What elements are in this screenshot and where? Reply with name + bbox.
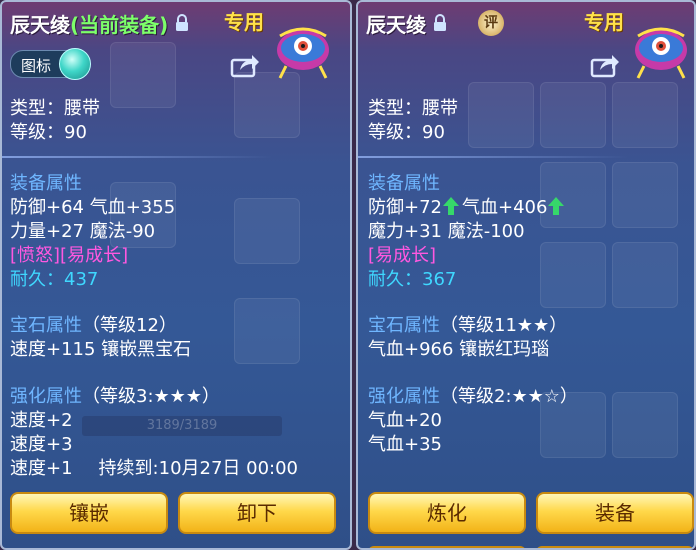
equip-button[interactable]: 装备: [536, 492, 694, 534]
rating-icon[interactable]: 评: [478, 10, 504, 36]
durability-value: 367: [422, 269, 457, 290]
button-edge: [536, 546, 694, 548]
refine-button[interactable]: 炼化: [368, 492, 526, 534]
durability: 耐久：437: [10, 268, 175, 292]
durability-value: 437: [64, 269, 99, 290]
attr-hp: 气血+406: [462, 197, 548, 218]
toggle-knob[interactable]: [59, 48, 91, 80]
current-equipment-panel: 3189/3189 辰天绫 (当前装备) 专用 图标 类型：腰带 等级：90 装…: [0, 0, 352, 550]
gem-header: 宝石属性: [10, 315, 82, 336]
divider: [2, 156, 272, 158]
avatar-icon: [635, 27, 687, 79]
gem-level: （等级12）: [82, 315, 177, 336]
special-effects: [愤怒][易成长]: [10, 245, 129, 266]
basic-info: 类型：腰带 等级：90: [10, 97, 100, 145]
arrow-up-icon: [443, 197, 459, 215]
durability: 耐久：367: [368, 268, 567, 292]
share-icon[interactable]: [230, 52, 260, 78]
item-level: 等级：90: [10, 122, 87, 143]
item-name: 辰天绫: [366, 12, 426, 37]
durability-label: 耐久：: [368, 269, 422, 290]
gem-header-row: 宝石属性（等级12）: [10, 314, 191, 338]
background-tile: [612, 242, 678, 308]
enhance-row: 速度+2: [10, 410, 73, 431]
background-tile: [234, 298, 300, 364]
gem-attributes: 宝石属性（等级11★★） 气血+966 镶嵌红玛瑙: [368, 314, 567, 362]
enhance-row: 速度+1 持续到:10月27日 00:00: [10, 457, 298, 481]
enhance-header-row: 强化属性（等级2:★★☆）: [368, 385, 578, 409]
equipment-attributes: 装备属性 防御+64 气血+355 力量+27 魔法-90 [愤怒][易成长] …: [10, 172, 175, 292]
gem-row: 速度+115 镶嵌黑宝石: [10, 339, 192, 360]
enhance-header: 强化属性: [368, 386, 440, 407]
enhance-row: 气血+20: [368, 410, 442, 431]
background-tile: [234, 198, 300, 264]
enhance-level: （等级2:★★☆）: [440, 386, 578, 407]
exclusive-tag: 专用: [584, 10, 624, 34]
share-icon[interactable]: [590, 52, 620, 78]
gem-header-row: 宝石属性（等级11★★）: [368, 314, 567, 338]
exclusive-tag: 专用: [224, 10, 264, 34]
avatar-icon: [277, 27, 329, 79]
divider: [358, 156, 628, 158]
enhance-header-row: 强化属性（等级3:★★★）: [10, 385, 298, 409]
enhance-attributes: 强化属性（等级2:★★☆） 气血+20 气血+35: [368, 385, 578, 457]
gem-attributes: 宝石属性（等级12） 速度+115 镶嵌黑宝石: [10, 314, 191, 362]
arrow-up-icon: [548, 197, 565, 215]
enhance-attributes: 强化属性（等级3:★★★） 速度+2 速度+3 速度+1 持续到:10月27日 0…: [10, 385, 298, 481]
attr-row: 防御+72 气血+406: [368, 196, 567, 220]
item-type: 类型：腰带: [10, 98, 100, 119]
icon-toggle-label: 图标: [21, 57, 52, 75]
background-tile: [612, 162, 678, 228]
enhance-level: （等级3:★★★）: [82, 386, 220, 407]
enhance-value: 速度+1: [10, 458, 73, 479]
item-title-bar: 辰天绫 (当前装备): [10, 8, 190, 38]
attr-header: 装备属性: [368, 173, 440, 194]
durability-label: 耐久：: [10, 269, 64, 290]
background-tile: [540, 82, 606, 148]
enhance-row: 气血+35: [368, 434, 442, 455]
item-level: 等级：90: [368, 122, 445, 143]
lock-icon[interactable]: [174, 14, 190, 32]
equipment-attributes: 装备属性 防御+72 气血+406 魔力+31 魔法-100 [易成长] 耐久：3…: [368, 172, 567, 292]
background-tile: [468, 82, 534, 148]
background-tile: [612, 82, 678, 148]
gem-header: 宝石属性: [368, 315, 440, 336]
gem-level: （等级11★★）: [440, 315, 568, 336]
equipped-status: (当前装备): [70, 12, 169, 37]
background-tile: [612, 392, 678, 458]
duration: 持续到:10月27日 00:00: [98, 458, 299, 479]
enhance-row: 速度+3: [10, 434, 73, 455]
icon-toggle[interactable]: 图标: [10, 48, 91, 80]
attr-row: 力量+27 魔法-90: [10, 221, 156, 242]
attr-row: 魔力+31 魔法-100: [368, 221, 525, 242]
item-name: 辰天绫: [10, 12, 70, 37]
enhance-header: 强化属性: [10, 386, 82, 407]
lock-icon[interactable]: [432, 14, 448, 32]
unequip-button[interactable]: 卸下: [178, 492, 336, 534]
special-effects: [易成长]: [368, 245, 437, 266]
attr-header: 装备属性: [10, 173, 82, 194]
basic-info: 类型：腰带 等级：90: [368, 97, 458, 145]
background-tile: [110, 42, 176, 108]
attr-row: 防御+64 气血+355: [10, 197, 176, 218]
item-type: 类型：腰带: [368, 98, 458, 119]
button-edge: [368, 546, 526, 548]
gem-row: 气血+966 镶嵌红玛瑙: [368, 339, 550, 360]
inlay-button[interactable]: 镶嵌: [10, 492, 168, 534]
compare-equipment-panel: 辰天绫 评 专用 类型：腰带 等级：90 装备属性 防御+72 气血+406 魔力…: [356, 0, 696, 550]
attr-defense: 防御+72: [368, 197, 442, 218]
item-title-bar: 辰天绫: [366, 8, 448, 38]
